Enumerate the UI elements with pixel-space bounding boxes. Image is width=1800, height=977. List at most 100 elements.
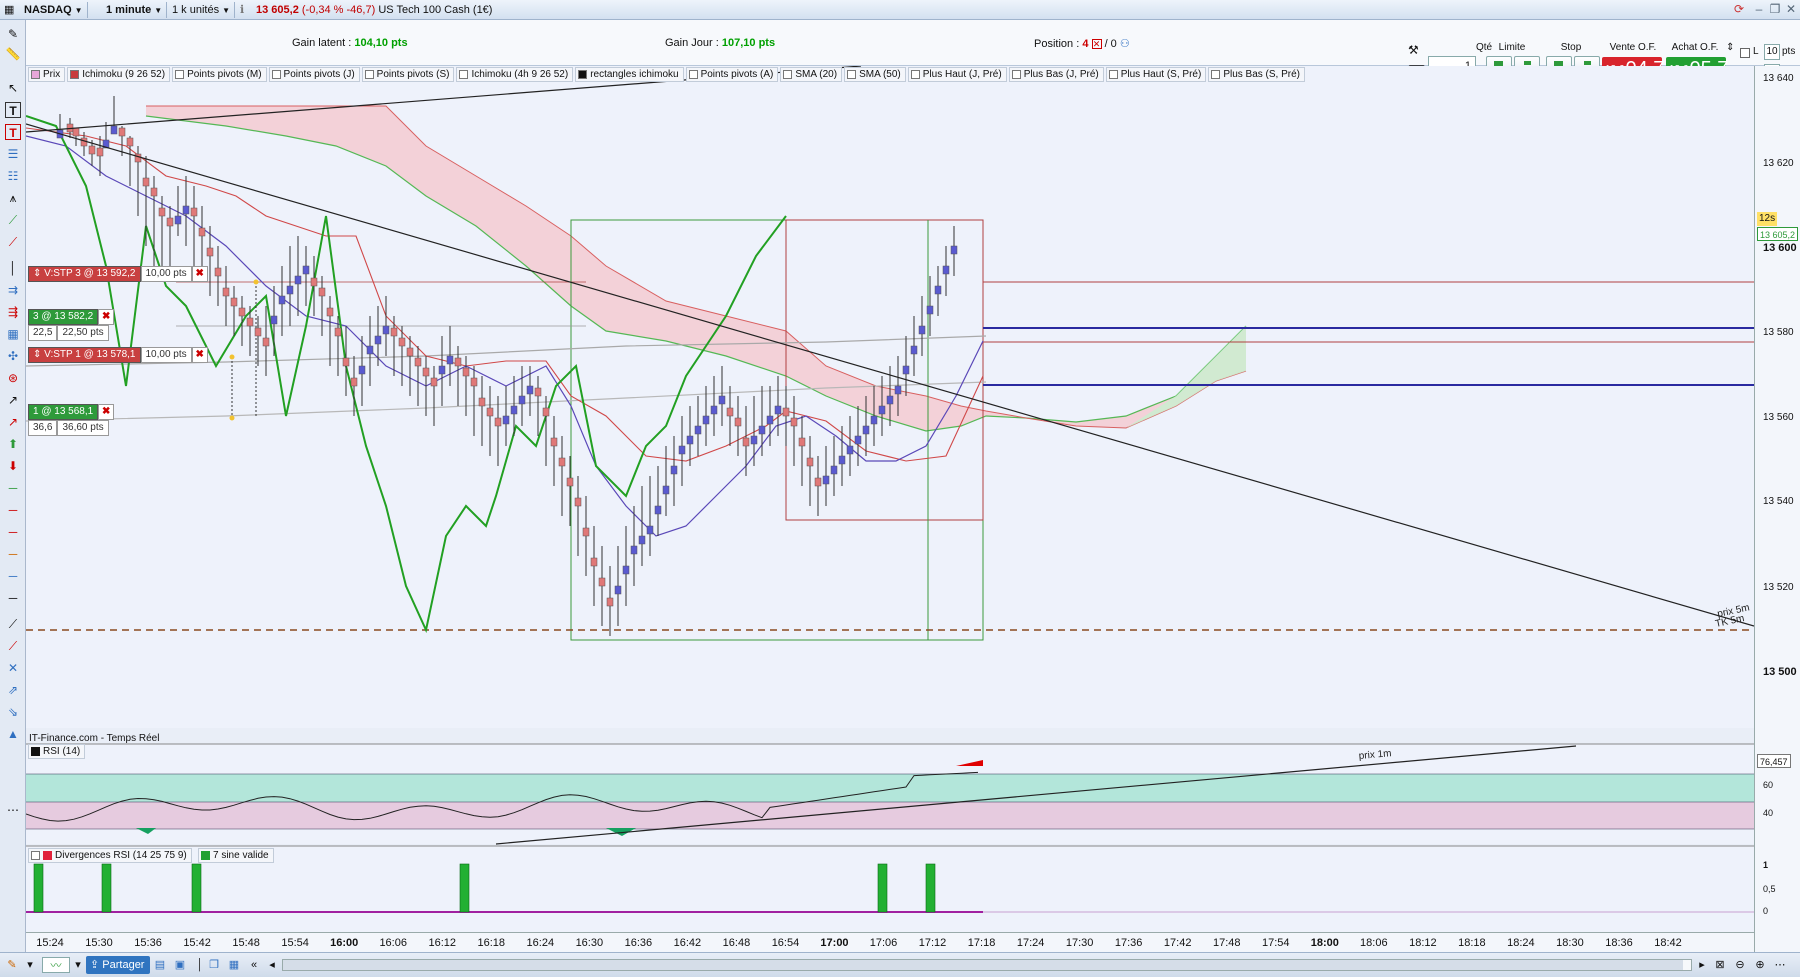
interval-select[interactable]: 1 minute ▼ (102, 2, 168, 18)
info-bar: Gain latent : 104,10 pts Gain Jour : 107… (0, 20, 1800, 81)
x-cross-icon[interactable]: ✕ (5, 660, 21, 676)
close-order-icon[interactable]: ✖ (98, 404, 115, 420)
scroll-thumb[interactable] (283, 960, 1683, 970)
link-icon[interactable]: ⚇ (1120, 38, 1130, 50)
chat-icon[interactable]: ▤ (152, 957, 168, 973)
arrow-down-icon[interactable]: ⬇ (5, 458, 21, 474)
hline-blue-icon[interactable]: ─ (5, 568, 21, 584)
pitchfork-icon[interactable]: ⩚ (5, 190, 21, 206)
window-icon[interactable]: ❐ (206, 957, 222, 973)
close-order-icon[interactable]: ✖ (98, 309, 115, 325)
target-icon[interactable]: ⊛ (5, 370, 21, 386)
legend-item[interactable]: Prix (28, 67, 66, 82)
more-icon[interactable]: ⋯ (5, 802, 21, 818)
minimize-icon[interactable]: – (1752, 1, 1766, 17)
trend-indicator-icon[interactable]: ⇗ (5, 682, 21, 698)
triangle-icon[interactable]: ▲ (5, 726, 21, 742)
market-select[interactable]: NASDAQ ▼ (20, 2, 88, 18)
trendline-red-icon[interactable]: ⟋ (5, 234, 21, 250)
order-stop-3[interactable]: ⇕ V:STP 3 @ 13 592,2 10,00 pts ✖ (28, 266, 208, 282)
wrench-icon[interactable]: ⚒ (1408, 43, 1419, 57)
legend-item[interactable]: Ichimoku (4h 9 26 52) (456, 67, 574, 82)
layout-icon[interactable]: ▣ (172, 957, 188, 973)
scroll-right-icon[interactable]: ▸ (1694, 957, 1710, 973)
chevron-down-icon: ▼ (74, 6, 83, 15)
legend-item[interactable]: rectangles ichimoku (575, 67, 684, 82)
legend-item[interactable]: Points pivots (A) (685, 67, 779, 82)
cross-icon[interactable]: ✣ (5, 348, 21, 364)
zoom-out-icon[interactable]: ⊖ (1732, 957, 1748, 973)
dropdown-icon[interactable]: ▾ (22, 957, 38, 973)
hline-red-icon[interactable]: ─ (5, 502, 21, 518)
legend-item[interactable]: Plus Bas (J, Pré) (1008, 67, 1104, 82)
scroll-left-icon[interactable]: ◂ (264, 957, 280, 973)
fibonacci-fan-icon[interactable]: ☷ (5, 168, 21, 184)
arrow-up-icon[interactable]: ⬆ (5, 436, 21, 452)
limit-checkbox[interactable] (1740, 48, 1750, 58)
legend-item[interactable]: Plus Haut (S, Pré) (1105, 67, 1207, 82)
price-label: 13 540 (1763, 496, 1794, 507)
restore-icon[interactable]: ❐ (1768, 1, 1782, 17)
pencil-icon[interactable]: ✎ (4, 957, 20, 973)
horizontal-scrollbar[interactable] (282, 959, 1692, 971)
refresh-icon[interactable]: ⟳ (1732, 1, 1746, 17)
legend-item[interactable]: Points pivots (S) (361, 67, 455, 82)
legend-item[interactable]: SMA (20) (780, 67, 843, 82)
rsi-legend[interactable]: RSI (14) (28, 744, 86, 759)
price-chart[interactable]: prix 5m TK 5m IT-Finance.com - Temps Rée… (26, 66, 1754, 932)
sine-legend[interactable]: 7 sine valide (198, 848, 274, 863)
channel-red-icon[interactable]: ⇶ (5, 304, 21, 320)
more-icon[interactable]: ⋯ (1772, 957, 1788, 973)
vertical-line-icon[interactable]: │ (5, 260, 21, 276)
close-position-icon[interactable]: ✕ (1091, 39, 1102, 49)
order-stop-1[interactable]: ⇕ V:STP 1 @ 13 578,1 10,00 pts ✖ (28, 347, 208, 363)
legend-item[interactable]: Plus Bas (S, Pré) (1208, 67, 1306, 82)
divergence-legend[interactable]: Divergences RSI (14 25 75 9) (28, 848, 192, 863)
arrow-diagonal-icon[interactable]: ↗ (5, 392, 21, 408)
expand-icon[interactable]: ⇕ (1726, 42, 1734, 53)
hline-orange-icon[interactable]: ─ (5, 546, 21, 562)
pencil-icon[interactable]: ✎ (5, 26, 21, 42)
time-label: 16:30 (575, 937, 604, 949)
limit-points-input[interactable]: 10 (1764, 44, 1780, 60)
zoom-fit-icon[interactable]: ⊠ (1712, 957, 1728, 973)
hline-dark-icon[interactable]: ─ (5, 590, 21, 606)
zoom-in-icon[interactable]: ⊕ (1752, 957, 1768, 973)
chart-type-icon[interactable]: 〰 (42, 957, 70, 973)
legend-item[interactable]: Points pivots (M) (172, 67, 267, 82)
cancel-order-icon[interactable]: ✖ (191, 347, 208, 363)
cancel-order-icon[interactable]: ✖ (191, 266, 208, 282)
arrow-red-icon[interactable]: ↗ (5, 414, 21, 430)
cursor-icon[interactable]: ↖ (5, 80, 21, 96)
trendline-green-icon[interactable]: ⟋ (5, 212, 21, 228)
channel-icon[interactable]: ⇉ (5, 282, 21, 298)
brush-red-icon[interactable]: ⟋ (5, 638, 21, 654)
time-axis[interactable]: 15:24 15:30 15:36 15:42 15:48 15:54 16:00 16:06… (26, 932, 1754, 952)
share-button[interactable]: ⇪ Partager (86, 956, 151, 974)
legend-item[interactable]: Plus Haut (J, Pré) (907, 67, 1007, 82)
trend-indicator-2-icon[interactable]: ⇘ (5, 704, 21, 720)
candle-body (646, 525, 654, 535)
price-axis[interactable]: 13 640 13 620 13 600 13 580 13 560 13 54… (1754, 66, 1800, 952)
rewind-icon[interactable]: « (246, 957, 262, 973)
text-red-icon[interactable]: T (5, 124, 21, 140)
calculator-icon[interactable]: ▦ (226, 957, 242, 973)
legend-item[interactable]: Points pivots (J) (268, 67, 360, 82)
legend-item[interactable]: Ichimoku (9 26 52) (67, 67, 171, 82)
interval-label: 1 minute (106, 4, 152, 16)
close-icon[interactable]: ✕ (1784, 1, 1798, 17)
hline-red-2-icon[interactable]: ─ (5, 524, 21, 540)
dropdown-icon[interactable]: ▾ (70, 957, 86, 973)
fibonacci-icon[interactable]: ☰ (5, 146, 21, 162)
order-position-3[interactable]: 3 @ 13 582,2 ✖ (28, 309, 115, 325)
text-icon[interactable]: T (5, 102, 21, 118)
limit-pts-label: pts (1782, 46, 1796, 57)
brush-icon[interactable]: ⟋ (5, 616, 21, 632)
legend-item[interactable]: SMA (50) (844, 67, 906, 82)
units-select[interactable]: 1 k unités ▼ (168, 2, 236, 18)
ruler-icon[interactable]: 📏 (5, 46, 21, 62)
hline-green-icon[interactable]: ─ (5, 480, 21, 496)
grid-icon[interactable]: ▦ (5, 326, 21, 342)
order-position-1[interactable]: 1 @ 13 568,1 ✖ (28, 404, 115, 420)
position-value: 4 (1082, 38, 1089, 50)
